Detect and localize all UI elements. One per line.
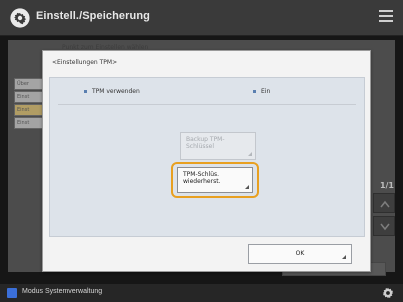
status-icon bbox=[7, 288, 17, 298]
page-title: Einstell./Speicherung bbox=[36, 10, 150, 22]
hamburger-icon[interactable] bbox=[379, 10, 393, 24]
ok-button[interactable]: OK bbox=[248, 244, 352, 264]
focus-outline: TPM-Schlüs. wiederherst. bbox=[171, 162, 259, 198]
tpm-settings-dialog: <Einstellungen TPM> TPM verwenden Ein Ba… bbox=[42, 50, 371, 272]
tpm-setting-row: TPM verwenden Ein bbox=[50, 86, 364, 100]
restore-tpm-key-button[interactable]: TPM-Schlüs. wiederherst. bbox=[177, 167, 253, 193]
divider bbox=[58, 104, 356, 105]
footer-status-text: Modus Systemverwaltung bbox=[22, 288, 103, 295]
gear-icon bbox=[10, 8, 30, 28]
corner-arrow-icon bbox=[245, 185, 249, 189]
bullet-icon bbox=[84, 90, 87, 93]
header-bar: Einstell./Speicherung bbox=[0, 0, 403, 36]
corner-arrow-icon bbox=[342, 255, 346, 259]
footer-bar: Modus Systemverwaltung bbox=[0, 284, 403, 302]
dialog-content: TPM verwenden Ein Backup TPM- Schlüssel … bbox=[49, 77, 365, 237]
bullet-icon bbox=[253, 90, 256, 93]
setting-label: TPM verwenden bbox=[84, 88, 140, 95]
backup-tpm-key-button[interactable]: Backup TPM- Schlüssel bbox=[180, 132, 256, 160]
setting-value: Ein bbox=[253, 88, 270, 95]
dialog-title: <Einstellungen TPM> bbox=[52, 59, 118, 66]
gear-icon[interactable] bbox=[381, 286, 395, 300]
corner-arrow-icon bbox=[248, 152, 252, 156]
